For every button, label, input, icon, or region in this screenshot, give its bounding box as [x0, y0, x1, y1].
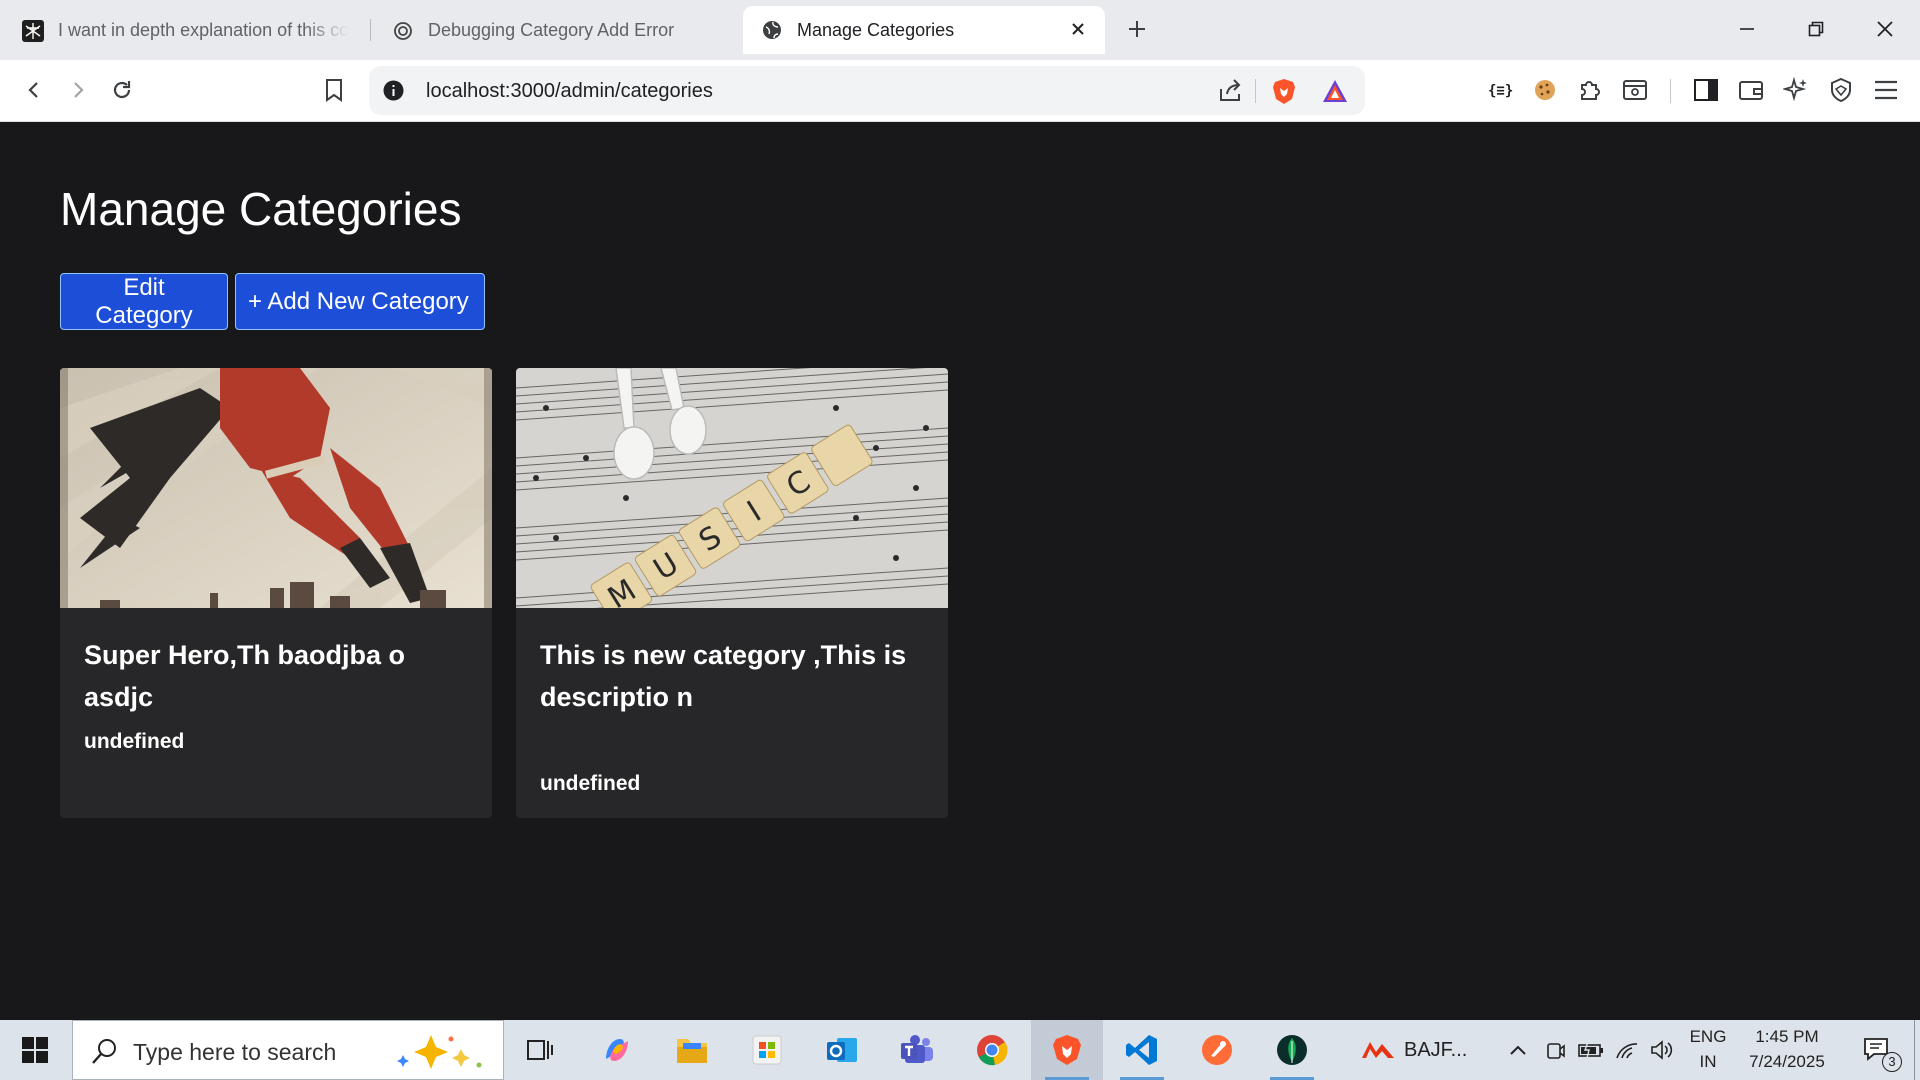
- edit-category-button[interactable]: Edit Category: [60, 273, 228, 330]
- cookie-extension-icon[interactable]: [1529, 74, 1561, 106]
- url-text: localhost:3000/admin/categories: [426, 80, 713, 102]
- page-content: Manage Categories Edit Category + Add Ne…: [0, 122, 1920, 1020]
- close-tab-icon[interactable]: [1067, 18, 1089, 40]
- forward-button[interactable]: [62, 74, 94, 106]
- json-viewer-icon[interactable]: {≡}: [1484, 74, 1516, 106]
- address-bar[interactable]: localhost:3000/admin/categories: [369, 66, 1365, 115]
- volume-icon[interactable]: [1646, 1020, 1678, 1080]
- card-title: Super Hero,Th baodjba o asdjc: [84, 640, 406, 712]
- browser-toolbar: localhost:3000/admin/categories {≡}: [0, 60, 1920, 122]
- add-new-category-button[interactable]: + Add New Category: [235, 273, 485, 330]
- wallet-icon[interactable]: [1735, 74, 1767, 106]
- notification-count-badge: 3: [1882, 1052, 1902, 1072]
- windows-logo-icon: [22, 1037, 48, 1063]
- globe-icon: [761, 19, 783, 41]
- battery-icon[interactable]: [1574, 1020, 1608, 1080]
- file-explorer-icon[interactable]: [656, 1020, 728, 1080]
- toolbar-separator: [1670, 79, 1671, 103]
- reader-mode-icon[interactable]: [1619, 74, 1651, 106]
- search-placeholder: Type here to search: [133, 1039, 337, 1065]
- browser-tab-strip: I want in depth explanation of this co D…: [0, 0, 1920, 60]
- clock-time[interactable]: 1:45 PM: [1740, 1027, 1834, 1047]
- chatgpt-icon: [392, 20, 414, 42]
- tab-debugging[interactable]: Debugging Category Add Error: [392, 7, 722, 54]
- category-card[interactable]: Super Hero,Th baodjba o asdjc undefined: [60, 368, 492, 818]
- copilot-icon[interactable]: [581, 1020, 653, 1080]
- tab-title: Manage Categories: [797, 19, 955, 40]
- svg-text:{≡}: {≡}: [1488, 83, 1513, 99]
- card-title: This is new category ,This is descriptio…: [540, 640, 907, 712]
- music-image: M U S I C: [516, 368, 948, 608]
- task-view-icon[interactable]: [504, 1020, 576, 1080]
- menu-hamburger-icon[interactable]: [1870, 74, 1902, 106]
- show-desktop-divider[interactable]: [1914, 1020, 1915, 1080]
- vpn-shield-icon[interactable]: [1825, 74, 1857, 106]
- tab-manage-categories[interactable]: Manage Categories: [743, 6, 1105, 54]
- search-icon: [92, 1039, 116, 1064]
- superhero-image: [60, 368, 492, 608]
- card-description: undefined: [84, 730, 185, 753]
- leo-ai-icon[interactable]: [1780, 74, 1812, 106]
- share-icon[interactable]: [1215, 76, 1245, 106]
- back-button[interactable]: [18, 74, 50, 106]
- teams-icon[interactable]: [881, 1020, 953, 1080]
- chrome-icon[interactable]: [956, 1020, 1028, 1080]
- bookmark-icon[interactable]: [318, 74, 350, 106]
- bajaj-app-label: BAJF...: [1404, 1038, 1468, 1061]
- vscode-icon[interactable]: [1106, 1020, 1178, 1080]
- omnibox-separator: [1255, 79, 1256, 103]
- taskbar-search-box[interactable]: Type here to search: [72, 1020, 504, 1080]
- tab-explanation[interactable]: I want in depth explanation of this co: [22, 7, 352, 54]
- tab-separator: [370, 19, 371, 41]
- restore-button[interactable]: [1801, 14, 1831, 44]
- site-info-icon[interactable]: [383, 80, 404, 101]
- language-indicator[interactable]: ENG: [1686, 1027, 1730, 1047]
- copilot-sparkle-icon: [397, 1035, 482, 1069]
- extensions-puzzle-icon[interactable]: [1574, 74, 1606, 106]
- close-window-button[interactable]: [1870, 14, 1900, 44]
- outlook-icon[interactable]: [806, 1020, 878, 1080]
- minimize-button[interactable]: [1732, 14, 1762, 44]
- notification-center-icon[interactable]: 3: [1852, 1020, 1902, 1080]
- category-card[interactable]: M U S I C This is new category ,This is …: [516, 368, 948, 818]
- postman-icon[interactable]: [1181, 1020, 1253, 1080]
- clock-date[interactable]: 7/24/2025: [1740, 1052, 1834, 1072]
- meet-now-icon[interactable]: [1539, 1020, 1571, 1080]
- brave-taskbar-icon[interactable]: [1031, 1020, 1103, 1080]
- microsoft-store-icon[interactable]: [731, 1020, 803, 1080]
- tab-title: I want in depth explanation of this co: [58, 20, 348, 40]
- bajaj-app-button[interactable]: BAJF...: [1360, 1020, 1480, 1080]
- windows-taskbar: Type here to search BAJF... ENG IN 1:45 …: [0, 1020, 1920, 1080]
- card-description: undefined: [540, 772, 641, 795]
- brave-rewards-icon[interactable]: [1320, 76, 1350, 106]
- start-button[interactable]: [0, 1020, 70, 1080]
- reload-button[interactable]: [106, 74, 138, 106]
- show-hidden-icons-chevron-icon[interactable]: [1500, 1020, 1536, 1080]
- wifi-icon[interactable]: [1610, 1020, 1644, 1080]
- brave-shields-icon[interactable]: [1269, 76, 1299, 106]
- tab-title: Debugging Category Add Error: [428, 20, 675, 40]
- mongodb-compass-icon[interactable]: [1256, 1020, 1328, 1080]
- region-indicator[interactable]: IN: [1686, 1052, 1730, 1072]
- perplexity-icon: [22, 19, 44, 42]
- page-title: Manage Categories: [60, 183, 462, 235]
- sidebar-toggle-icon[interactable]: [1690, 74, 1722, 106]
- bajaj-logo-icon: [1362, 1042, 1394, 1058]
- new-tab-button[interactable]: [1124, 16, 1150, 42]
